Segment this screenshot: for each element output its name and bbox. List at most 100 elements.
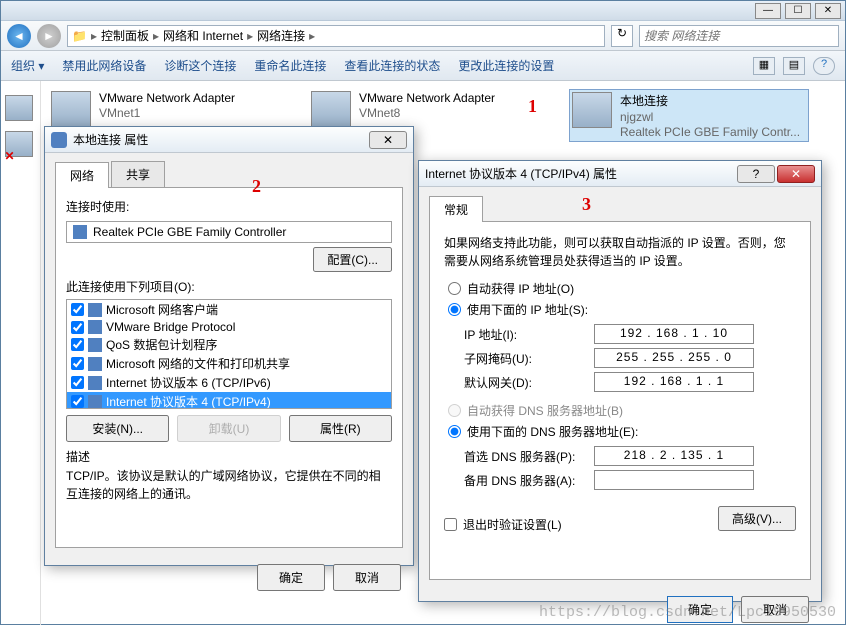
component-icon [88, 395, 102, 409]
dns1-input[interactable]: 218 . 2 . 135 . 1 [594, 446, 754, 466]
sidebar-adapter-icon[interactable] [5, 95, 37, 127]
cancel-button[interactable]: 取消 [333, 564, 401, 591]
radio-label: 自动获得 IP 地址(O) [467, 280, 574, 297]
pane-icon[interactable]: ▤ [783, 57, 805, 75]
toolbar-item[interactable]: 诊断这个连接 [164, 57, 236, 74]
connection-item[interactable]: VMware Network Adapter VMnet8 [309, 89, 549, 129]
subnet-mask-input[interactable]: 255 . 255 . 255 . 0 [594, 348, 754, 368]
configure-button[interactable]: 配置(C)... [313, 247, 392, 272]
tcpip-properties-dialog: Internet 协议版本 4 (TCP/IPv4) 属性 ? ✕ 常规 如果网… [418, 160, 822, 602]
breadcrumb-item[interactable]: 控制面板 [101, 27, 149, 44]
marker-1: 1 [528, 96, 537, 117]
adapter-icon [51, 132, 67, 148]
uninstall-button: 卸载(U) [177, 415, 280, 442]
close-button[interactable]: ✕ [369, 131, 407, 149]
ip-address-input[interactable]: 192 . 168 . 1 . 10 [594, 324, 754, 344]
breadcrumb[interactable]: 📁 ▸ 控制面板 ▸ 网络和 Internet ▸ 网络连接 ▸ [67, 25, 605, 47]
toolbar-item[interactable]: 查看此连接的状态 [344, 57, 440, 74]
list-item[interactable]: Internet 协议版本 6 (TCP/IPv6) [67, 373, 391, 392]
checkbox[interactable] [71, 376, 84, 389]
radio-label: 自动获得 DNS 服务器地址(B) [467, 402, 623, 419]
tab-network[interactable]: 网络 [55, 162, 109, 188]
gateway-input[interactable]: 192 . 168 . 1 . 1 [594, 372, 754, 392]
ok-button[interactable]: 确定 [257, 564, 325, 591]
sidebar-adapter-icon[interactable]: ✕ [5, 131, 37, 163]
checkbox[interactable] [71, 303, 84, 316]
list-item[interactable]: QoS 数据包计划程序 [67, 335, 391, 354]
refresh-button[interactable]: ↻ [611, 25, 633, 47]
close-button[interactable]: ✕ [777, 165, 815, 183]
install-button[interactable]: 安装(N)... [66, 415, 169, 442]
breadcrumb-item[interactable]: 网络和 Internet [163, 27, 243, 44]
list-item[interactable]: Microsoft 网络客户端 [67, 300, 391, 319]
view-icon[interactable]: ▦ [753, 57, 775, 75]
titlebar: — ☐ ✕ [1, 1, 845, 21]
dialog-titlebar[interactable]: 本地连接 属性 ✕ [45, 127, 413, 153]
advanced-button[interactable]: 高级(V)... [718, 506, 796, 531]
properties-button[interactable]: 属性(R) [289, 415, 392, 442]
description-text: TCP/IP。该协议是默认的广域网络协议，它提供在不同的相互连接的网络上的通讯。 [66, 465, 392, 505]
marker-2: 2 [252, 176, 261, 197]
help-button[interactable]: ? [737, 165, 775, 183]
dialog-title: Internet 协议版本 4 (TCP/IPv4) 属性 [425, 165, 617, 182]
checkbox[interactable] [71, 357, 84, 370]
toolbar-item[interactable]: 更改此连接的设置 [458, 57, 554, 74]
radio-use-dns[interactable]: 使用下面的 DNS 服务器地址(E): [448, 423, 796, 440]
back-button[interactable]: ◄ [7, 24, 31, 48]
connection-item-selected[interactable]: 本地连接 njgzwl Realtek PCIe GBE Family Cont… [569, 89, 809, 142]
adapter-box: Realtek PCIe GBE Family Controller [66, 221, 392, 243]
component-icon [88, 338, 102, 352]
radio-auto-ip[interactable]: 自动获得 IP 地址(O) [448, 280, 796, 297]
checkbox[interactable] [71, 321, 84, 334]
checkbox[interactable] [71, 338, 84, 351]
disabled-x-icon: ✕ [5, 149, 15, 163]
connection-name: 本地连接 [620, 92, 800, 109]
dns1-label: 首选 DNS 服务器(P): [464, 448, 594, 465]
component-icon [88, 357, 102, 371]
checkbox[interactable] [444, 518, 457, 531]
minimize-button[interactable]: — [755, 3, 781, 19]
list-item-selected[interactable]: Internet 协议版本 4 (TCP/IPv4) [67, 392, 391, 409]
component-label: Microsoft 网络客户端 [106, 301, 218, 318]
list-item[interactable]: VMware Bridge Protocol [67, 319, 391, 335]
radio-use-ip[interactable]: 使用下面的 IP 地址(S): [448, 301, 796, 318]
tab-general[interactable]: 常规 [429, 196, 483, 222]
help-icon[interactable]: ? [813, 57, 835, 75]
radio[interactable] [448, 303, 461, 316]
checkbox[interactable] [71, 395, 84, 408]
components-list[interactable]: Microsoft 网络客户端 VMware Bridge Protocol Q… [66, 299, 392, 409]
connection-sub: Realtek PCIe GBE Family Contr... [620, 125, 800, 139]
connection-item[interactable]: VMware Network Adapter VMnet1 [49, 89, 289, 129]
breadcrumb-item[interactable]: 网络连接 [257, 27, 305, 44]
forward-button[interactable]: ► [37, 24, 61, 48]
dialog-titlebar[interactable]: Internet 协议版本 4 (TCP/IPv4) 属性 ? ✕ [419, 161, 821, 187]
exit-validate-checkbox[interactable]: 退出时验证设置(L) [444, 516, 562, 533]
radio-label: 使用下面的 IP 地址(S): [467, 301, 588, 318]
tab-sharing[interactable]: 共享 [111, 161, 165, 187]
toolbar-item[interactable]: 禁用此网络设备 [62, 57, 146, 74]
toolbar-item[interactable]: 重命名此连接 [254, 57, 326, 74]
search-input[interactable] [639, 25, 839, 47]
local-connection-properties-dialog: 本地连接 属性 ✕ 网络 共享 连接时使用: Realtek PCIe GBE … [44, 126, 414, 566]
adapter-icon [51, 91, 91, 127]
connection-sub: VMnet1 [99, 106, 235, 120]
component-icon [88, 303, 102, 317]
adapter-icon [73, 225, 87, 239]
component-icon [88, 376, 102, 390]
dns2-input[interactable] [594, 470, 754, 490]
connection-name: VMware Network Adapter [359, 91, 495, 105]
tabs: 网络 共享 [55, 161, 403, 188]
connection-sub: VMnet8 [359, 106, 495, 120]
folder-icon: 📁 [72, 29, 87, 43]
maximize-button[interactable]: ☐ [785, 3, 811, 19]
radio[interactable] [448, 282, 461, 295]
list-item[interactable]: Microsoft 网络的文件和打印机共享 [67, 354, 391, 373]
subnet-mask-label: 子网掩码(U): [464, 350, 594, 367]
radio[interactable] [448, 425, 461, 438]
organize-menu[interactable]: 组织 ▾ [11, 57, 44, 74]
close-button[interactable]: ✕ [815, 3, 841, 19]
ip-address-label: IP 地址(I): [464, 326, 594, 343]
connection-sub: njgzwl [620, 110, 800, 124]
tab-content: 如果网络支持此功能，则可以获取自动指派的 IP 设置。否则，您需要从网络系统管理… [429, 222, 811, 580]
toolbar: 组织 ▾ 禁用此网络设备 诊断这个连接 重命名此连接 查看此连接的状态 更改此连… [1, 51, 845, 81]
